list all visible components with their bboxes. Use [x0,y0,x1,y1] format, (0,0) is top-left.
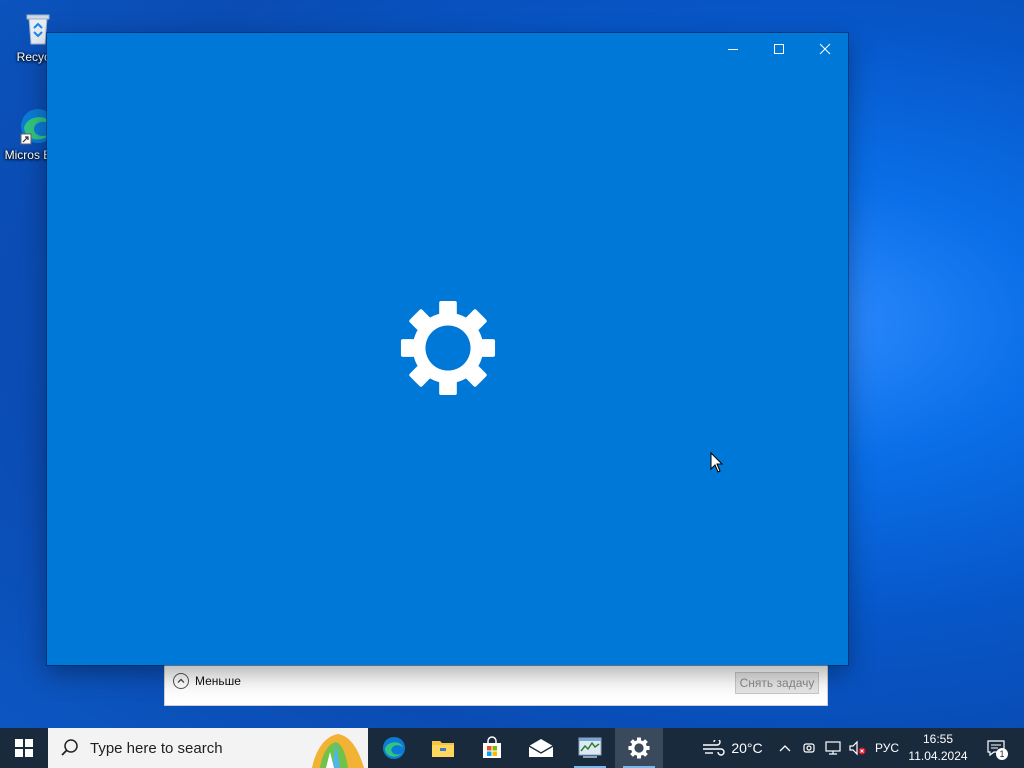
chevron-up-icon [779,745,791,752]
weather-temperature: 20°C [731,740,763,756]
clock-date: 11.04.2024 [908,749,968,763]
fewer-details-button[interactable]: Меньше [173,673,241,689]
meet-now-button[interactable] [800,728,818,768]
close-button[interactable] [802,33,848,65]
weather-widget[interactable]: 20°C [696,728,768,768]
maximize-button[interactable] [756,33,802,65]
taskbar-settings[interactable] [615,728,663,768]
volume-button[interactable] [846,728,868,768]
input-language: РУС [874,741,900,755]
task-manager-footer: Меньше Снять задачу [164,664,828,706]
network-button[interactable] [822,728,844,768]
clock[interactable]: 16:55 11.04.2024 [906,731,970,765]
chevron-up-icon [173,673,189,689]
edge-icon [382,736,406,760]
network-icon [825,741,841,755]
mail-icon [528,739,554,757]
close-icon [819,43,831,55]
input-language-button[interactable]: РУС [870,728,904,768]
end-task-button[interactable]: Снять задачу [735,672,819,694]
taskbar-mail[interactable] [517,728,565,768]
mouse-cursor [710,451,724,479]
search-icon [61,739,78,756]
gear-icon [399,299,497,402]
maximize-icon [774,44,784,54]
search-placeholder: Type here to search [90,739,223,757]
clock-time: 16:55 [922,732,954,746]
windows-logo-icon [15,739,33,757]
fewer-details-label: Меньше [195,674,241,688]
start-button[interactable] [0,728,48,768]
gear-icon [628,737,650,759]
taskbar-task-manager[interactable] [566,728,614,768]
show-hidden-icons-button[interactable] [775,728,795,768]
webcam-icon [803,743,815,753]
minimize-icon [728,49,738,50]
notification-badge: 1 [996,748,1008,760]
store-icon [483,736,501,758]
folder-icon [432,741,454,757]
taskbar-file-explorer[interactable] [419,728,467,768]
volume-muted-icon [849,740,866,756]
taskbar-store[interactable] [468,728,516,768]
taskbar-edge[interactable] [370,728,418,768]
search-box[interactable]: Type here to search [48,728,368,768]
wind-icon [703,740,726,756]
search-highlight-illustration [306,728,368,768]
taskbar: Type here to search 20°C РУС 16:55 11.04… [0,728,1024,768]
action-center-button[interactable]: 1 [976,728,1016,768]
task-manager-icon [578,737,602,758]
minimize-button[interactable] [710,33,756,65]
settings-window [47,33,848,665]
